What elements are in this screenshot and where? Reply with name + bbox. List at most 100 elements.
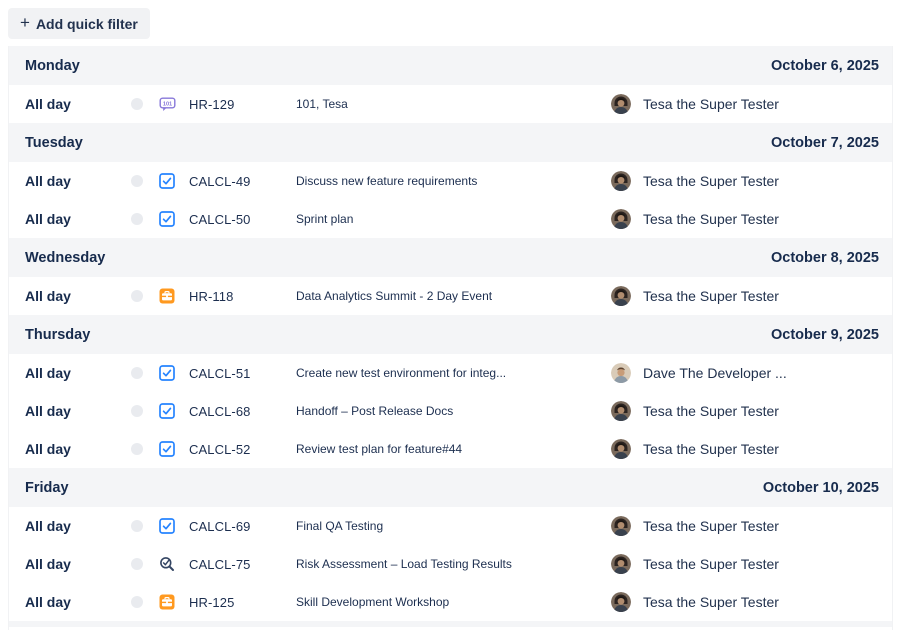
all-day-label: All day <box>25 288 125 304</box>
status-dot-cell <box>125 596 149 608</box>
issue-key[interactable]: CALCL-50 <box>185 212 286 227</box>
day-header-friday: Friday October 10, 2025 <box>9 468 892 507</box>
assignee-avatar <box>601 439 633 459</box>
status-dot-icon <box>131 520 143 532</box>
add-quick-filter-label: Add quick filter <box>36 16 138 32</box>
event-row-calcl-50[interactable]: All day CALCL-50Sprint plan Tesa the Super… <box>9 200 892 238</box>
assignee-name: Tesa the Super Tester <box>633 441 892 457</box>
all-day-label: All day <box>25 518 125 534</box>
task-icon <box>149 441 185 457</box>
event-row-hr-129[interactable]: All day 101 HR-129101, Tesa Tesa the Super … <box>9 85 892 123</box>
issue-key[interactable]: CALCL-75 <box>185 557 286 572</box>
assignee-avatar <box>601 94 633 114</box>
day-header-wednesday: WednesdayOctober 8, 2025 <box>9 238 892 277</box>
issue-key[interactable]: HR-129 <box>185 97 286 112</box>
day-date: October 9, 2025 <box>771 327 879 343</box>
status-dot-cell <box>125 520 149 532</box>
status-dot-icon <box>131 175 143 187</box>
event-row-calcl-68[interactable]: All day CALCL-68Handoff – Post Release Do… <box>9 392 892 430</box>
all-day-label: All day <box>25 403 125 419</box>
assignee-name: Tesa the Super Tester <box>633 403 892 419</box>
issue-key[interactable]: HR-118 <box>185 289 286 304</box>
all-day-label: All day <box>25 211 125 227</box>
status-dot-icon <box>131 558 143 570</box>
issue-summary[interactable]: Handoff – Post Release Docs <box>286 404 601 418</box>
issue-summary[interactable]: Discuss new feature requirements <box>286 174 601 188</box>
all-day-label: All day <box>25 594 125 610</box>
agenda-page: + Add quick filter MondayOctober 6, 2025… <box>0 0 900 630</box>
task-icon <box>149 173 185 189</box>
assignee-name: Tesa the Super Tester <box>633 288 892 304</box>
briefcase-icon <box>149 594 185 610</box>
issue-summary[interactable]: Review test plan for feature#44 <box>286 442 601 456</box>
assignee-name: Tesa the Super Tester <box>633 518 892 534</box>
status-dot-icon <box>131 443 143 455</box>
issue-summary[interactable]: Risk Assessment – Load Testing Results <box>286 557 601 571</box>
day-name: Wednesday <box>25 250 105 266</box>
status-dot-icon <box>131 367 143 379</box>
assignee-name: Tesa the Super Tester <box>633 96 892 112</box>
day-header-monday: MondayOctober 6, 2025 <box>9 46 892 85</box>
add-quick-filter-button[interactable]: + Add quick filter <box>8 8 150 39</box>
issue-summary[interactable]: Final QA Testing <box>286 519 601 533</box>
issue-key[interactable]: CALCL-49 <box>185 174 286 189</box>
issue-key[interactable]: CALCL-52 <box>185 442 286 457</box>
issue-summary[interactable]: Create new test environment for integ... <box>286 366 601 380</box>
qa-review-icon <box>149 556 185 572</box>
status-dot-cell <box>125 443 149 455</box>
day-date: October 10, 2025 <box>763 480 879 496</box>
next-day-header-partial <box>9 621 892 627</box>
svg-text:101: 101 <box>162 101 171 107</box>
event-row-calcl-69[interactable]: All day CALCL-69Final QA Testing Tesa the … <box>9 507 892 545</box>
agenda-rows: MondayOctober 6, 2025 All day 101 HR-129101… <box>9 46 892 621</box>
assignee-avatar <box>601 592 633 612</box>
status-dot-cell <box>125 367 149 379</box>
task-icon <box>149 211 185 227</box>
day-header-thursday: ThursdayOctober 9, 2025 <box>9 315 892 354</box>
status-dot-cell <box>125 290 149 302</box>
all-day-label: All day <box>25 96 125 112</box>
plus-icon: + <box>20 14 30 31</box>
issue-key[interactable]: CALCL-51 <box>185 366 286 381</box>
day-date: October 6, 2025 <box>771 58 879 74</box>
assignee-avatar <box>601 554 633 574</box>
assignee-name: Tesa the Super Tester <box>633 556 892 572</box>
status-dot-cell <box>125 405 149 417</box>
all-day-label: All day <box>25 556 125 572</box>
issue-summary[interactable]: Skill Development Workshop <box>286 595 601 609</box>
assignee-name: Dave The Developer ... <box>633 365 892 381</box>
assignee-name: Tesa the Super Tester <box>633 211 892 227</box>
task-icon <box>149 403 185 419</box>
event-row-hr-118[interactable]: All day HR-118Data Analytics Summit - 2 D… <box>9 277 892 315</box>
status-dot-cell <box>125 98 149 110</box>
assignee-avatar <box>601 516 633 536</box>
status-dot-cell <box>125 558 149 570</box>
assignee-avatar <box>601 401 633 421</box>
day-name: Tuesday <box>25 135 83 151</box>
status-dot-icon <box>131 405 143 417</box>
event-row-calcl-75[interactable]: All day CALCL-75Risk Assessment – Load Te… <box>9 545 892 583</box>
assignee-avatar <box>601 363 633 383</box>
event-row-hr-125[interactable]: All day HR-125Skill Development Workshop T… <box>9 583 892 621</box>
assignee-name: Tesa the Super Tester <box>633 594 892 610</box>
issue-summary[interactable]: Data Analytics Summit - 2 Day Event <box>286 289 601 303</box>
issue-key[interactable]: CALCL-69 <box>185 519 286 534</box>
issue-key[interactable]: CALCL-68 <box>185 404 286 419</box>
event-row-calcl-49[interactable]: All dayCALCL-49Discuss new feature requi… <box>9 162 892 200</box>
task-icon <box>149 518 185 534</box>
all-day-label: All day <box>25 365 125 381</box>
issue-summary[interactable]: 101, Tesa <box>286 97 601 111</box>
assignee-avatar <box>601 171 633 191</box>
event-row-calcl-52[interactable]: All day CALCL-52Review test plan for feat… <box>9 430 892 468</box>
day-date: October 7, 2025 <box>771 135 879 151</box>
week-agenda-list: MondayOctober 6, 2025 All day 101 HR-129101… <box>8 46 893 630</box>
issue-key[interactable]: HR-125 <box>185 595 286 610</box>
issue-summary[interactable]: Sprint plan <box>286 212 601 226</box>
day-name: Friday <box>25 480 69 496</box>
status-dot-icon <box>131 290 143 302</box>
task-icon <box>149 365 185 381</box>
status-dot-cell <box>125 213 149 225</box>
assignee-name: Tesa the Super Tester <box>633 173 892 189</box>
all-day-label: All day <box>25 441 125 457</box>
event-row-calcl-51[interactable]: All day CALCL-51Create new test environme… <box>9 354 892 392</box>
